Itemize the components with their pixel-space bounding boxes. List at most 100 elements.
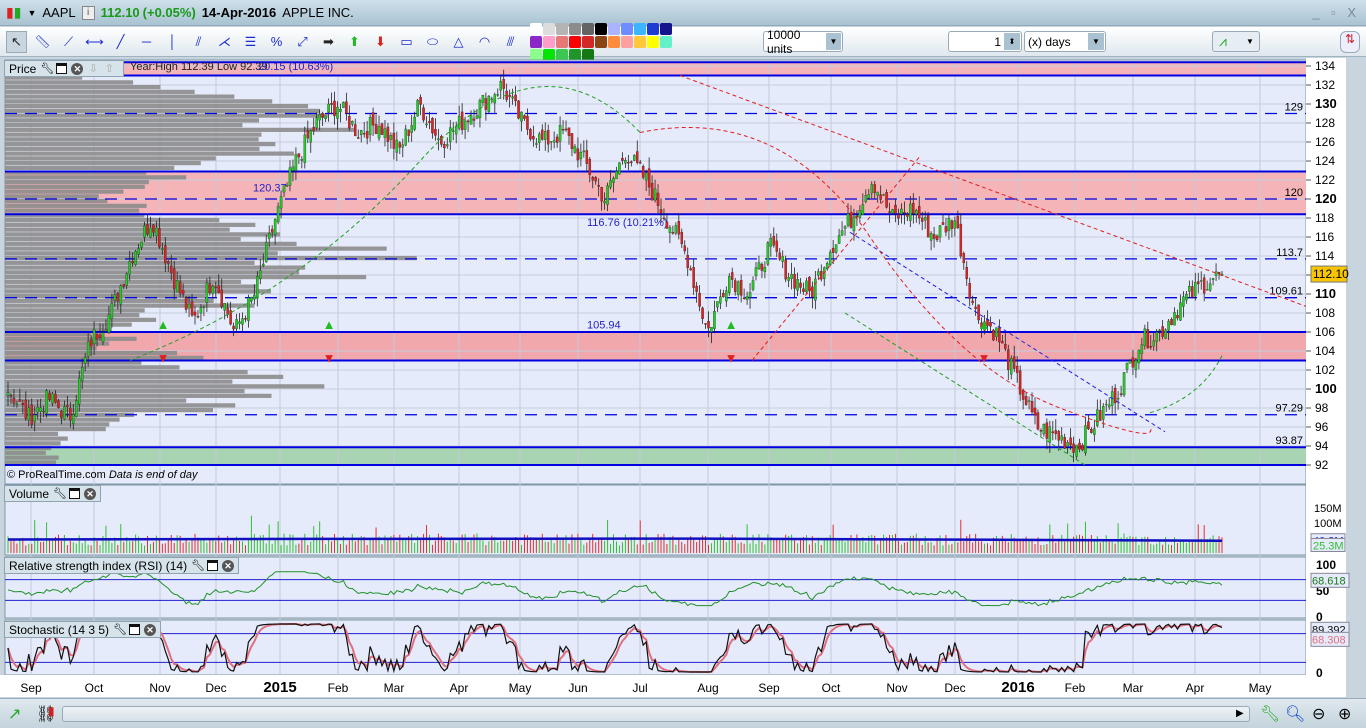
arrow-down-icon[interactable]: ⬇ — [370, 31, 391, 53]
parallel-lines-icon[interactable]: ⫻ — [500, 31, 521, 53]
color-swatch[interactable] — [530, 22, 542, 35]
wrench-icon[interactable]: 🔧︎ — [113, 624, 127, 636]
maximize-icon[interactable] — [207, 560, 219, 571]
y-tick-label: 98 — [1315, 401, 1329, 415]
ruler-icon[interactable]: 📏︎ — [32, 31, 53, 53]
close-icon[interactable]: ✕ — [144, 623, 157, 636]
candlestick-icon[interactable]: ▮▮ — [6, 4, 21, 21]
color-swatch[interactable] — [569, 35, 581, 48]
period-unit-select[interactable]: (x) days ▼ — [1024, 31, 1106, 52]
move-up-icon[interactable]: ⇧ — [103, 63, 115, 75]
color-swatch[interactable] — [530, 35, 542, 48]
color-swatch[interactable] — [582, 22, 594, 35]
wrench-icon[interactable]: 🔧︎ — [40, 63, 54, 75]
rectangle-icon[interactable]: ▭ — [396, 31, 417, 53]
symbol-dropdown-icon[interactable]: ▼ — [27, 8, 36, 18]
chevron-down-icon[interactable]: ▼ — [1242, 33, 1258, 50]
units-select[interactable]: 10000 units ▼ — [763, 28, 843, 56]
color-swatch[interactable] — [582, 35, 594, 48]
arrow-up-icon[interactable]: ⬆ — [344, 31, 365, 53]
color-swatch[interactable] — [569, 22, 581, 35]
percent-icon[interactable]: % — [266, 31, 287, 53]
color-swatch[interactable] — [634, 22, 646, 35]
volume-profile-bar — [5, 142, 276, 147]
wrench-icon[interactable]: 🔧︎ — [191, 560, 205, 572]
candle — [143, 225, 146, 238]
color-swatch[interactable] — [595, 35, 607, 48]
color-swatch[interactable] — [608, 22, 620, 35]
arc-icon[interactable]: ◠ — [474, 31, 495, 53]
horizontal-line-icon[interactable]: ─ — [136, 31, 157, 53]
chart-type-icon[interactable]: ▮ — [48, 704, 55, 718]
color-swatch[interactable] — [621, 35, 633, 48]
candle — [39, 407, 42, 412]
scroll-right-icon[interactable]: ▶ — [1236, 708, 1244, 719]
horizontal-scrollbar[interactable] — [62, 706, 1250, 722]
ellipse-icon[interactable]: ⬭ — [422, 31, 443, 53]
candle — [54, 393, 57, 403]
indicator-button[interactable]: ⩘ ▼ — [1212, 31, 1260, 52]
color-swatch[interactable] — [634, 35, 646, 48]
candle — [959, 223, 963, 257]
channel-icon[interactable]: ⫽ — [188, 31, 209, 53]
maximize-icon[interactable] — [56, 63, 68, 74]
symbol[interactable]: AAPL — [42, 5, 75, 20]
horizontal-segment-icon[interactable]: ⟷ — [84, 31, 105, 53]
color-swatch[interactable] — [556, 22, 568, 35]
candle — [606, 185, 609, 205]
zoom-out-icon[interactable]: ⊖ — [1312, 704, 1325, 724]
candle — [21, 403, 25, 405]
point-line-icon[interactable]: ⟋ — [58, 31, 79, 53]
candle — [149, 227, 152, 238]
candle — [903, 212, 906, 214]
candle — [775, 240, 779, 252]
color-swatch[interactable] — [543, 22, 555, 35]
color-swatch[interactable] — [556, 35, 568, 48]
chevron-down-icon[interactable]: ▼ — [1088, 33, 1104, 50]
info-icon[interactable]: i — [81, 5, 95, 20]
move-down-icon[interactable]: ⇩ — [87, 63, 99, 75]
color-swatch[interactable] — [660, 22, 672, 35]
color-swatch[interactable] — [621, 22, 633, 35]
color-swatch[interactable] — [543, 35, 555, 48]
point-icon[interactable]: ⤢ — [292, 31, 313, 53]
close-icon[interactable]: ✕ — [222, 559, 235, 572]
color-swatch[interactable] — [647, 22, 659, 35]
fibonacci-icon[interactable]: ☰ — [240, 31, 261, 53]
wrench-icon[interactable]: 🔧︎ — [53, 488, 67, 500]
color-swatch[interactable] — [595, 22, 607, 35]
trendline-icon[interactable]: ╱ — [110, 31, 131, 53]
auto-zoom-icon[interactable]: 🔍︎ — [1285, 704, 1305, 724]
export-icon[interactable]: ↗ — [8, 704, 21, 724]
maximize-icon[interactable] — [69, 488, 81, 499]
triangle-icon[interactable]: △ — [448, 31, 469, 53]
window-controls[interactable]: _ ▫ X — [1312, 5, 1360, 20]
color-swatch[interactable] — [608, 35, 620, 48]
arrow-right-icon[interactable]: ➡ — [318, 31, 339, 53]
maximize-icon[interactable] — [129, 624, 141, 635]
close-icon[interactable]: ✕ — [71, 62, 84, 75]
period-stepper[interactable]: 1 ⬍ — [948, 31, 1022, 52]
candle — [270, 229, 274, 233]
y-tick-label: 100M — [1314, 518, 1342, 530]
candle — [621, 157, 624, 161]
color-swatch[interactable] — [660, 35, 672, 48]
rsi-panel-header: Relative strength index (RSI) (14) 🔧︎ ✕ — [4, 557, 240, 574]
trading-icon[interactable]: ⇅ — [1340, 31, 1360, 53]
candle — [244, 318, 247, 320]
cursor-icon[interactable]: ↖ — [6, 30, 27, 53]
fan-icon[interactable]: ⋌ — [214, 31, 235, 53]
candle — [1167, 320, 1170, 331]
chart-settings-icon[interactable]: 🔧︎ — [1260, 704, 1280, 724]
chevron-down-icon[interactable]: ▼ — [825, 33, 841, 50]
stepper-arrows-icon[interactable]: ⬍ — [1004, 33, 1020, 50]
candle — [469, 115, 473, 125]
close-icon[interactable]: ✕ — [84, 487, 97, 500]
zoom-in-icon[interactable]: ⊕ — [1338, 704, 1351, 724]
vertical-line-icon[interactable]: │ — [162, 31, 183, 53]
chart-area[interactable]: 9294969810010210410610811011211411611812… — [0, 58, 1366, 698]
color-swatch[interactable] — [647, 35, 659, 48]
volume-profile-bar — [5, 89, 195, 94]
candle — [110, 303, 114, 319]
volume-profile-bar — [5, 85, 161, 90]
